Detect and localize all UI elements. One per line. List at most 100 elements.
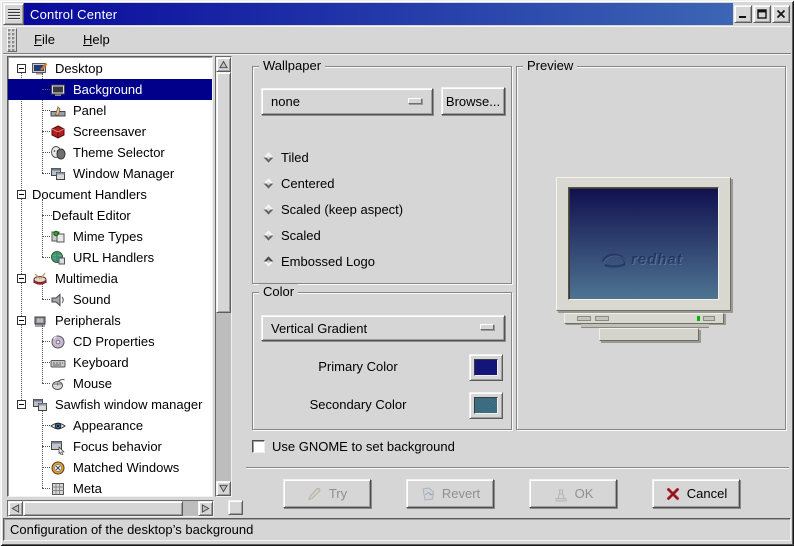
- tree-item-sound[interactable]: Sound: [8, 289, 212, 310]
- wallpaper-legend: Wallpaper: [259, 58, 326, 73]
- panel-icon: [50, 103, 68, 119]
- screensaver-icon: [50, 124, 68, 140]
- titlebar[interactable]: Control Center: [24, 3, 733, 25]
- window-manager-icon: [50, 166, 68, 182]
- scroll-up-arrow-icon[interactable]: [216, 57, 231, 72]
- tree-item-matched-windows[interactable]: Matched Windows: [8, 457, 212, 478]
- cancel-button-label: Cancel: [686, 486, 728, 501]
- monitor-base: [599, 328, 699, 341]
- tree-item-document-handlers[interactable]: Document Handlers: [8, 184, 212, 205]
- scroll-left-arrow-icon[interactable]: [8, 501, 23, 516]
- collapse-icon[interactable]: [17, 316, 26, 325]
- tree-item-theme-selector[interactable]: Theme Selector: [8, 142, 212, 163]
- statusbar: Configuration of the desktop’s backgroun…: [3, 518, 791, 541]
- try-button: Try: [283, 479, 371, 508]
- radio-scaled[interactable]: Scaled: [263, 226, 321, 244]
- revert-icon: [420, 486, 436, 502]
- tree-item-screensaver[interactable]: Screensaver: [8, 121, 212, 142]
- tree-item-panel[interactable]: Panel: [8, 100, 212, 121]
- tree-item-keyboard[interactable]: Keyboard: [8, 352, 212, 373]
- sound-icon: [50, 292, 68, 308]
- collapse-icon[interactable]: [17, 190, 26, 199]
- focus-icon: [50, 439, 68, 455]
- tree-item-window-manager[interactable]: Window Manager: [8, 163, 212, 184]
- radio-icon: [263, 178, 274, 188]
- tree-vertical-scrollbar[interactable]: [215, 56, 232, 497]
- tree-item-meta[interactable]: Meta: [8, 478, 212, 497]
- primary-color-swatch: [474, 359, 498, 376]
- vertical-scrollbar-thumb[interactable]: [216, 72, 231, 313]
- maximize-button[interactable]: [753, 5, 771, 23]
- monitor-button: [577, 316, 591, 321]
- menubar-drag-handle[interactable]: [7, 27, 17, 52]
- tree-item-mouse[interactable]: Mouse: [8, 373, 212, 394]
- window-menu-button[interactable]: [3, 3, 24, 25]
- menu-help[interactable]: Help: [74, 29, 119, 50]
- secondary-color-button[interactable]: [469, 392, 503, 419]
- use-gnome-label: Use GNOME to set background: [272, 439, 455, 454]
- primary-color-button[interactable]: [469, 354, 503, 381]
- scroll-right-arrow-icon[interactable]: [198, 501, 213, 516]
- tree-item-mime-types[interactable]: Mime Types: [8, 226, 212, 247]
- try-icon: [307, 486, 323, 502]
- tree-rows: Desktop Background Panel Screensaver The…: [8, 58, 212, 497]
- resize-grip[interactable]: [228, 500, 243, 515]
- multimedia-icon: [32, 271, 50, 287]
- checkbox-icon[interactable]: [252, 440, 265, 453]
- window-controls: [733, 3, 791, 25]
- tree-item-background[interactable]: Background: [8, 79, 212, 100]
- tree-item-multimedia[interactable]: Multimedia: [8, 268, 212, 289]
- radio-icon: [263, 256, 274, 266]
- use-gnome-checkbox-row[interactable]: Use GNOME to set background: [252, 439, 455, 454]
- sawfish-icon: [32, 397, 50, 413]
- horizontal-scrollbar-thumb[interactable]: [23, 501, 183, 516]
- wallpaper-file-value: none: [271, 94, 300, 109]
- tree-horizontal-scrollbar[interactable]: [7, 500, 214, 517]
- radio-embossed-logo[interactable]: Embossed Logo: [263, 252, 375, 270]
- preview-legend: Preview: [523, 58, 578, 73]
- primary-color-label: Primary Color: [318, 359, 398, 374]
- mouse-icon: [50, 376, 68, 392]
- background-icon: [50, 82, 68, 98]
- redhat-logo-text: redhat: [631, 250, 683, 268]
- radio-centered[interactable]: Centered: [263, 174, 334, 192]
- browse-button[interactable]: Browse...: [441, 87, 505, 115]
- matched-icon: [50, 460, 68, 476]
- secondary-color-swatch: [474, 397, 498, 414]
- tree-item-focus-behavior[interactable]: Focus behavior: [8, 436, 212, 457]
- menu-file[interactable]: File: [25, 29, 64, 50]
- separator: [246, 467, 789, 469]
- cancel-icon: [665, 486, 681, 502]
- scroll-down-arrow-icon[interactable]: [216, 481, 231, 496]
- revert-button-label: Revert: [441, 486, 481, 501]
- radio-scaled-keep-aspect[interactable]: Scaled (keep aspect): [263, 200, 403, 218]
- wallpaper-file-select[interactable]: none: [261, 88, 433, 115]
- minimize-button[interactable]: [734, 5, 752, 23]
- monitor-button: [703, 316, 715, 321]
- control-center-window: Control Center File Help Desktop Backgro…: [0, 0, 794, 546]
- tree-item-sawfish[interactable]: Sawfish window manager: [8, 394, 212, 415]
- tree-item-url-handlers[interactable]: URL Handlers: [8, 247, 212, 268]
- preview-screen: redhat: [568, 187, 719, 300]
- redhat-logo: redhat: [597, 246, 683, 272]
- collapse-icon[interactable]: [17, 64, 26, 73]
- ok-button: OK: [529, 479, 617, 508]
- tree-item-desktop[interactable]: Desktop: [8, 58, 212, 79]
- radio-tiled[interactable]: Tiled: [263, 148, 309, 166]
- collapse-icon[interactable]: [17, 274, 26, 283]
- tree-item-default-editor[interactable]: Default Editor: [8, 205, 212, 226]
- tree-item-peripherals[interactable]: Peripherals: [8, 310, 212, 331]
- meta-icon: [50, 481, 68, 497]
- gradient-select[interactable]: Vertical Gradient: [261, 315, 505, 341]
- cancel-button[interactable]: Cancel: [652, 479, 740, 508]
- browse-button-label: Browse...: [445, 93, 501, 109]
- wallpaper-frame: Wallpaper none Browse... Tiled Centered …: [252, 58, 512, 284]
- collapse-icon[interactable]: [17, 400, 26, 409]
- status-text: Configuration of the desktop’s backgroun…: [10, 522, 254, 537]
- power-led: [697, 316, 700, 321]
- close-button[interactable]: [772, 5, 790, 23]
- preview-frame: Preview redhat: [516, 58, 786, 430]
- radio-icon: [263, 152, 274, 162]
- tree-item-cd-properties[interactable]: CD Properties: [8, 331, 212, 352]
- tree-item-appearance[interactable]: Appearance: [8, 415, 212, 436]
